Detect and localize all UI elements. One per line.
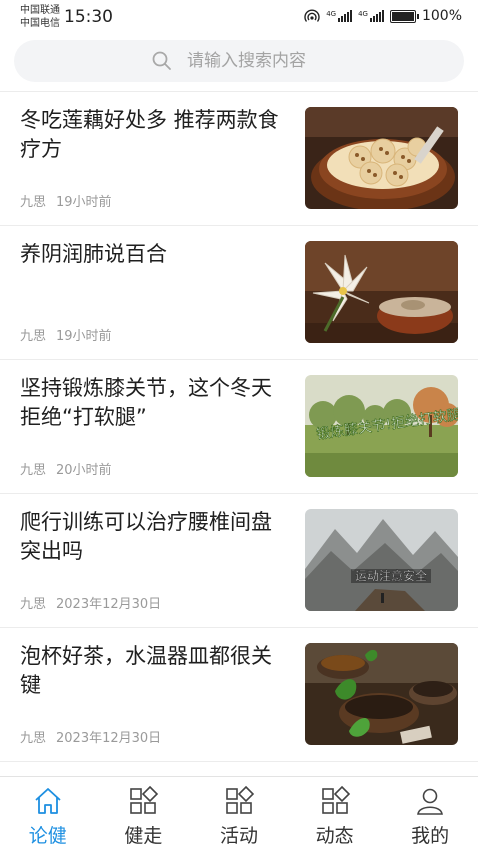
hotspot-icon — [304, 9, 320, 22]
carrier-2: 中国电信 — [20, 18, 60, 29]
nav-item-lunjian[interactable]: 论健 — [0, 777, 96, 850]
user-icon — [414, 785, 446, 817]
mountain-hiker-image: 运动注意安全 — [305, 509, 458, 611]
article-item[interactable]: 爬行训练可以治疗腰椎间盘突出吗 九思 2023年12月30日 运动注意安全 — [0, 494, 478, 628]
article-item[interactable]: 养阴润肺说百合 九思 19小时前 — [0, 226, 478, 360]
article-title: 泡杯好茶，水温器皿都很关键 — [20, 644, 272, 697]
bottom-nav: 论健 健走 活动 动态 我的 — [0, 776, 478, 850]
search-bar[interactable] — [14, 40, 464, 82]
nav-label: 健走 — [124, 825, 163, 847]
article-thumbnail — [305, 241, 458, 343]
article-thumbnail: 锻炼膝关节!拒绝打软腿! — [305, 375, 458, 477]
article-item[interactable]: 坚持锻炼膝关节，这个冬天拒绝“打软腿” 九思 20小时前 锻炼膝关节!拒绝打软腿… — [0, 360, 478, 494]
article-list[interactable]: 冬吃莲藕好处多 推荐两款食疗方 九思 19小时前 养阴润肺说百合 九思 19小时… — [0, 92, 478, 776]
battery-icon — [389, 9, 419, 23]
article-thumbnail — [305, 643, 458, 745]
nav-label: 论健 — [28, 825, 67, 847]
article-time: 20小时前 — [56, 463, 112, 478]
article-author: 九思 — [20, 195, 47, 210]
nav-item-huodong[interactable]: 活动 — [191, 777, 287, 850]
image-caption: 运动注意安全 — [355, 568, 427, 583]
park-exercise-image: 锻炼膝关节!拒绝打软腿! — [305, 375, 458, 477]
article-thumbnail: 运动注意安全 — [305, 509, 458, 611]
article-time: 19小时前 — [56, 329, 112, 344]
article-title: 养阴润肺说百合 — [20, 242, 167, 266]
article-title: 坚持锻炼膝关节，这个冬天拒绝“打软腿” — [20, 376, 272, 429]
article-time: 2023年12月30日 — [56, 731, 162, 746]
grid-icon — [223, 785, 255, 817]
lotus-root-dish-image — [305, 107, 458, 209]
article-author: 九思 — [20, 329, 47, 344]
article-meta: 九思 20小时前 — [20, 459, 112, 478]
carrier-1: 中国联通 — [20, 5, 60, 16]
article-item[interactable]: 泡杯好茶，水温器皿都很关键 九思 2023年12月30日 — [0, 628, 478, 762]
nav-label: 我的 — [411, 825, 450, 847]
grid-icon — [127, 785, 159, 817]
nav-label: 活动 — [219, 825, 258, 847]
signal-icon: 4G — [326, 10, 353, 22]
nav-label: 动态 — [315, 825, 354, 847]
nav-item-wode[interactable]: 我的 — [382, 777, 478, 850]
nav-item-dongtai[interactable]: 动态 — [287, 777, 383, 850]
article-author: 九思 — [20, 463, 47, 478]
signal-icon: 4G — [358, 10, 384, 22]
article-time: 2023年12月30日 — [56, 597, 162, 612]
home-icon — [32, 785, 64, 817]
grid-icon — [319, 785, 351, 817]
status-icons: 4G 4G 100% — [304, 8, 462, 24]
carrier-info: 中国联通 中国电信 — [20, 4, 60, 30]
article-thumbnail — [305, 107, 458, 209]
article-meta: 九思 2023年12月30日 — [20, 727, 161, 746]
search-input[interactable] — [187, 51, 327, 71]
status-bar: 中国联通 中国电信 15:30 4G 4G 100% — [0, 0, 478, 34]
article-title: 爬行训练可以治疗腰椎间盘突出吗 — [20, 510, 272, 563]
tea-cups-image — [305, 643, 458, 745]
article-meta: 九思 19小时前 — [20, 325, 112, 344]
article-item-partial — [0, 762, 478, 776]
clock: 15:30 — [64, 7, 113, 27]
lily-soup-image — [305, 241, 458, 343]
article-meta: 九思 2023年12月30日 — [20, 593, 161, 612]
article-title: 冬吃莲藕好处多 推荐两款食疗方 — [20, 108, 279, 161]
article-item[interactable]: 冬吃莲藕好处多 推荐两款食疗方 九思 19小时前 — [0, 92, 478, 226]
article-author: 九思 — [20, 731, 47, 746]
battery-percent: 100% — [421, 8, 462, 24]
search-icon — [152, 51, 171, 70]
nav-item-jianzou[interactable]: 健走 — [96, 777, 192, 850]
article-meta: 九思 19小时前 — [20, 191, 112, 210]
article-time: 19小时前 — [56, 195, 112, 210]
article-author: 九思 — [20, 597, 47, 612]
